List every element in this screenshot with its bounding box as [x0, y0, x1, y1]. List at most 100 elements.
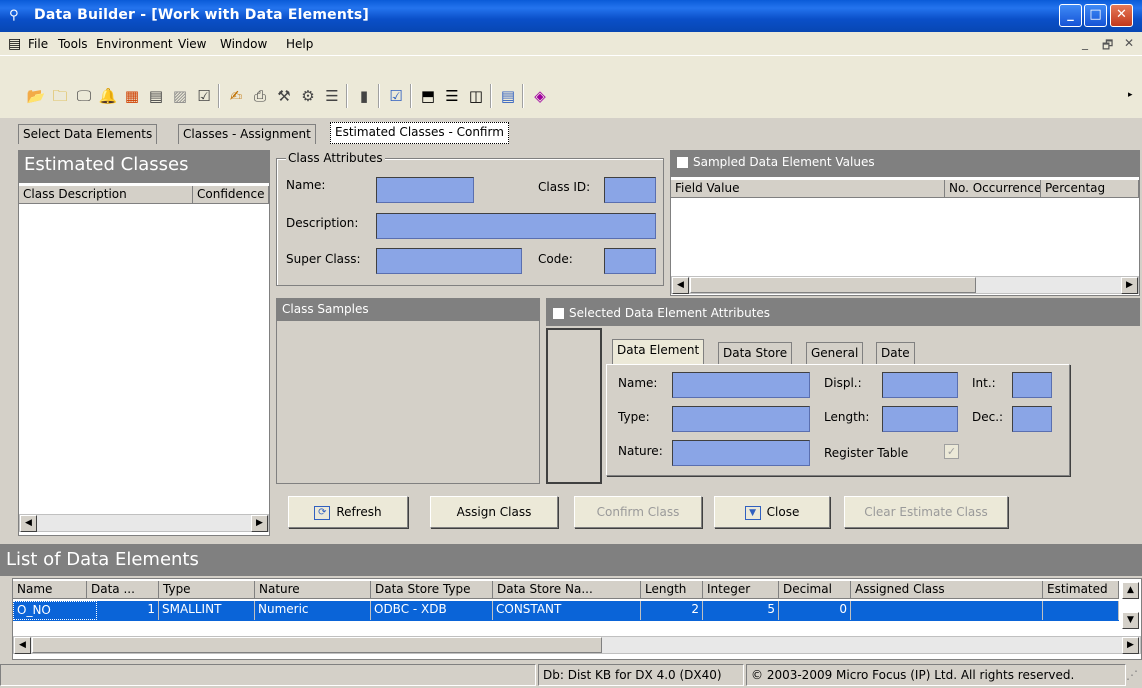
scroll-left-icon[interactable]: ◀ [14, 637, 31, 654]
cell-length[interactable]: 2 [641, 601, 703, 620]
maximize-button[interactable]: □ [1084, 4, 1107, 27]
toolbar-overflow-icon[interactable]: ▸ [1128, 90, 1133, 100]
menu-environment[interactable]: Environment [96, 37, 173, 51]
book-icon[interactable]: ▮ [354, 86, 374, 106]
estimated-classes-list[interactable] [18, 182, 270, 536]
column-percentage[interactable]: Percentag [1041, 180, 1139, 198]
tools-icon[interactable]: ⚒ [274, 86, 294, 106]
layout-top-icon[interactable]: ⬒ [418, 86, 438, 106]
menu-help[interactable]: Help [286, 37, 313, 51]
properties-icon[interactable]: ▤ [498, 86, 518, 106]
layout-rows-icon[interactable]: ☰ [442, 86, 462, 106]
tab-classes-assignment[interactable]: Classes - Assignment [178, 124, 316, 144]
column-nature[interactable]: Nature [255, 581, 371, 599]
dec-field[interactable] [1012, 406, 1052, 432]
scroll-left-icon[interactable]: ◀ [672, 277, 689, 294]
scroll-right-icon[interactable]: ▶ [1121, 277, 1138, 294]
super-class-field[interactable] [376, 248, 522, 274]
column-estimated[interactable]: Estimated [1043, 581, 1119, 599]
scroll-down-icon[interactable]: ▼ [1122, 612, 1139, 629]
column-assigned-class[interactable]: Assigned Class [851, 581, 1043, 599]
help-book-icon[interactable]: ◈ [530, 86, 550, 106]
checkbox-icon[interactable]: ☑ [194, 86, 214, 106]
tab-data-element[interactable]: Data Element [612, 339, 705, 365]
column-occurrences[interactable]: No. Occurrences [945, 180, 1041, 198]
menu-window[interactable]: Window [220, 37, 267, 51]
column-decimal[interactable]: Decimal [779, 581, 851, 599]
int-field[interactable] [1012, 372, 1052, 398]
cell-type[interactable]: SMALLINT [159, 601, 255, 620]
column-data[interactable]: Data ... [87, 581, 159, 599]
estimated-classes-scrollbar[interactable] [19, 514, 269, 532]
wizard-icon[interactable]: ✍ [226, 86, 246, 106]
sampled-values-checkbox[interactable] [676, 156, 689, 169]
scroll-right-icon[interactable]: ▶ [251, 515, 268, 532]
class-name-field[interactable] [376, 177, 474, 203]
list-icon[interactable]: ☰ [322, 86, 342, 106]
mdi-close-icon[interactable]: ✕ [1124, 36, 1134, 50]
bell-icon[interactable]: 🔔 [98, 86, 118, 106]
column-confidence[interactable]: Confidence [193, 186, 269, 204]
tab-select-data-elements[interactable]: Select Data Elements [18, 124, 158, 144]
scroll-thumb[interactable] [32, 637, 602, 653]
cell-assigned-class[interactable] [851, 601, 1043, 620]
assign-class-button[interactable]: Assign Class [430, 496, 558, 528]
column-field-value[interactable]: Field Value [671, 180, 945, 198]
monitor-icon[interactable]: 🖵 [74, 86, 94, 106]
refresh-button[interactable]: ⟳ Refresh [288, 496, 408, 528]
scroll-up-icon[interactable]: ▲ [1122, 582, 1139, 599]
chart-icon[interactable]: ▦ [122, 86, 142, 106]
column-name[interactable]: Name [13, 581, 87, 599]
column-class-description[interactable]: Class Description [19, 186, 193, 204]
column-data-store-name[interactable]: Data Store Na... [493, 581, 641, 599]
table-icon[interactable]: ▤ [146, 86, 166, 106]
element-type-field[interactable] [672, 406, 810, 432]
length-field[interactable] [882, 406, 958, 432]
cell-data-store-type[interactable]: ODBC - XDB [371, 601, 493, 620]
column-data-store-type[interactable]: Data Store Type [371, 581, 493, 599]
column-integer[interactable]: Integer [703, 581, 779, 599]
element-name-field[interactable] [672, 372, 810, 398]
tab-general[interactable]: General [806, 342, 864, 364]
confirm-class-button[interactable]: Confirm Class [574, 496, 702, 528]
tab-estimated-classes-confirm[interactable]: Estimated Classes - Confirm [330, 122, 509, 144]
folder-icon[interactable]: 🗀 [50, 86, 70, 106]
selected-attributes-checkbox[interactable] [552, 307, 565, 320]
cell-name[interactable]: O_NO [13, 601, 97, 620]
cell-integer[interactable]: 5 [703, 601, 779, 620]
layout-columns-icon[interactable]: ◫ [466, 86, 486, 106]
register-table-checkbox[interactable]: ✓ [944, 444, 959, 459]
description-field[interactable] [376, 213, 656, 239]
element-nature-field[interactable] [672, 440, 810, 466]
resize-grip-icon[interactable]: ⋰ [1126, 668, 1140, 686]
minimize-button[interactable]: _ [1059, 4, 1082, 27]
column-length[interactable]: Length [641, 581, 703, 599]
printer-icon[interactable]: ⎙ [250, 86, 270, 106]
close-button[interactable]: ▼ Close [714, 496, 830, 528]
mdi-restore-icon[interactable]: 🗗 [1102, 36, 1113, 57]
select-icon[interactable]: ☑ [386, 86, 406, 106]
cell-data[interactable]: 1 [97, 601, 159, 620]
tab-date[interactable]: Date [876, 342, 915, 364]
tab-data-store[interactable]: Data Store [718, 342, 793, 364]
scroll-thumb[interactable] [690, 277, 976, 293]
mdi-minimize-icon[interactable]: _ [1082, 36, 1088, 50]
class-id-field[interactable] [604, 177, 656, 203]
cell-nature[interactable]: Numeric [255, 601, 371, 620]
scroll-left-icon[interactable]: ◀ [20, 515, 37, 532]
cell-estimated[interactable] [1043, 601, 1119, 620]
cell-data-store-name[interactable]: CONSTANT [493, 601, 641, 620]
menu-tools[interactable]: Tools [58, 37, 88, 51]
cell-decimal[interactable]: 0 [779, 601, 851, 620]
menu-file[interactable]: File [28, 37, 48, 51]
menu-view[interactable]: View [178, 37, 206, 51]
settings-icon[interactable]: ⚙ [298, 86, 318, 106]
edit-icon[interactable]: ▨ [170, 86, 190, 106]
displ-field[interactable] [882, 372, 958, 398]
code-field[interactable] [604, 248, 656, 274]
close-window-button[interactable]: ✕ [1110, 4, 1133, 27]
scroll-right-icon[interactable]: ▶ [1122, 637, 1139, 654]
column-type[interactable]: Type [159, 581, 255, 599]
clear-estimate-class-button[interactable]: Clear Estimate Class [844, 496, 1008, 528]
open-folder-icon[interactable]: 📂 [26, 86, 46, 106]
